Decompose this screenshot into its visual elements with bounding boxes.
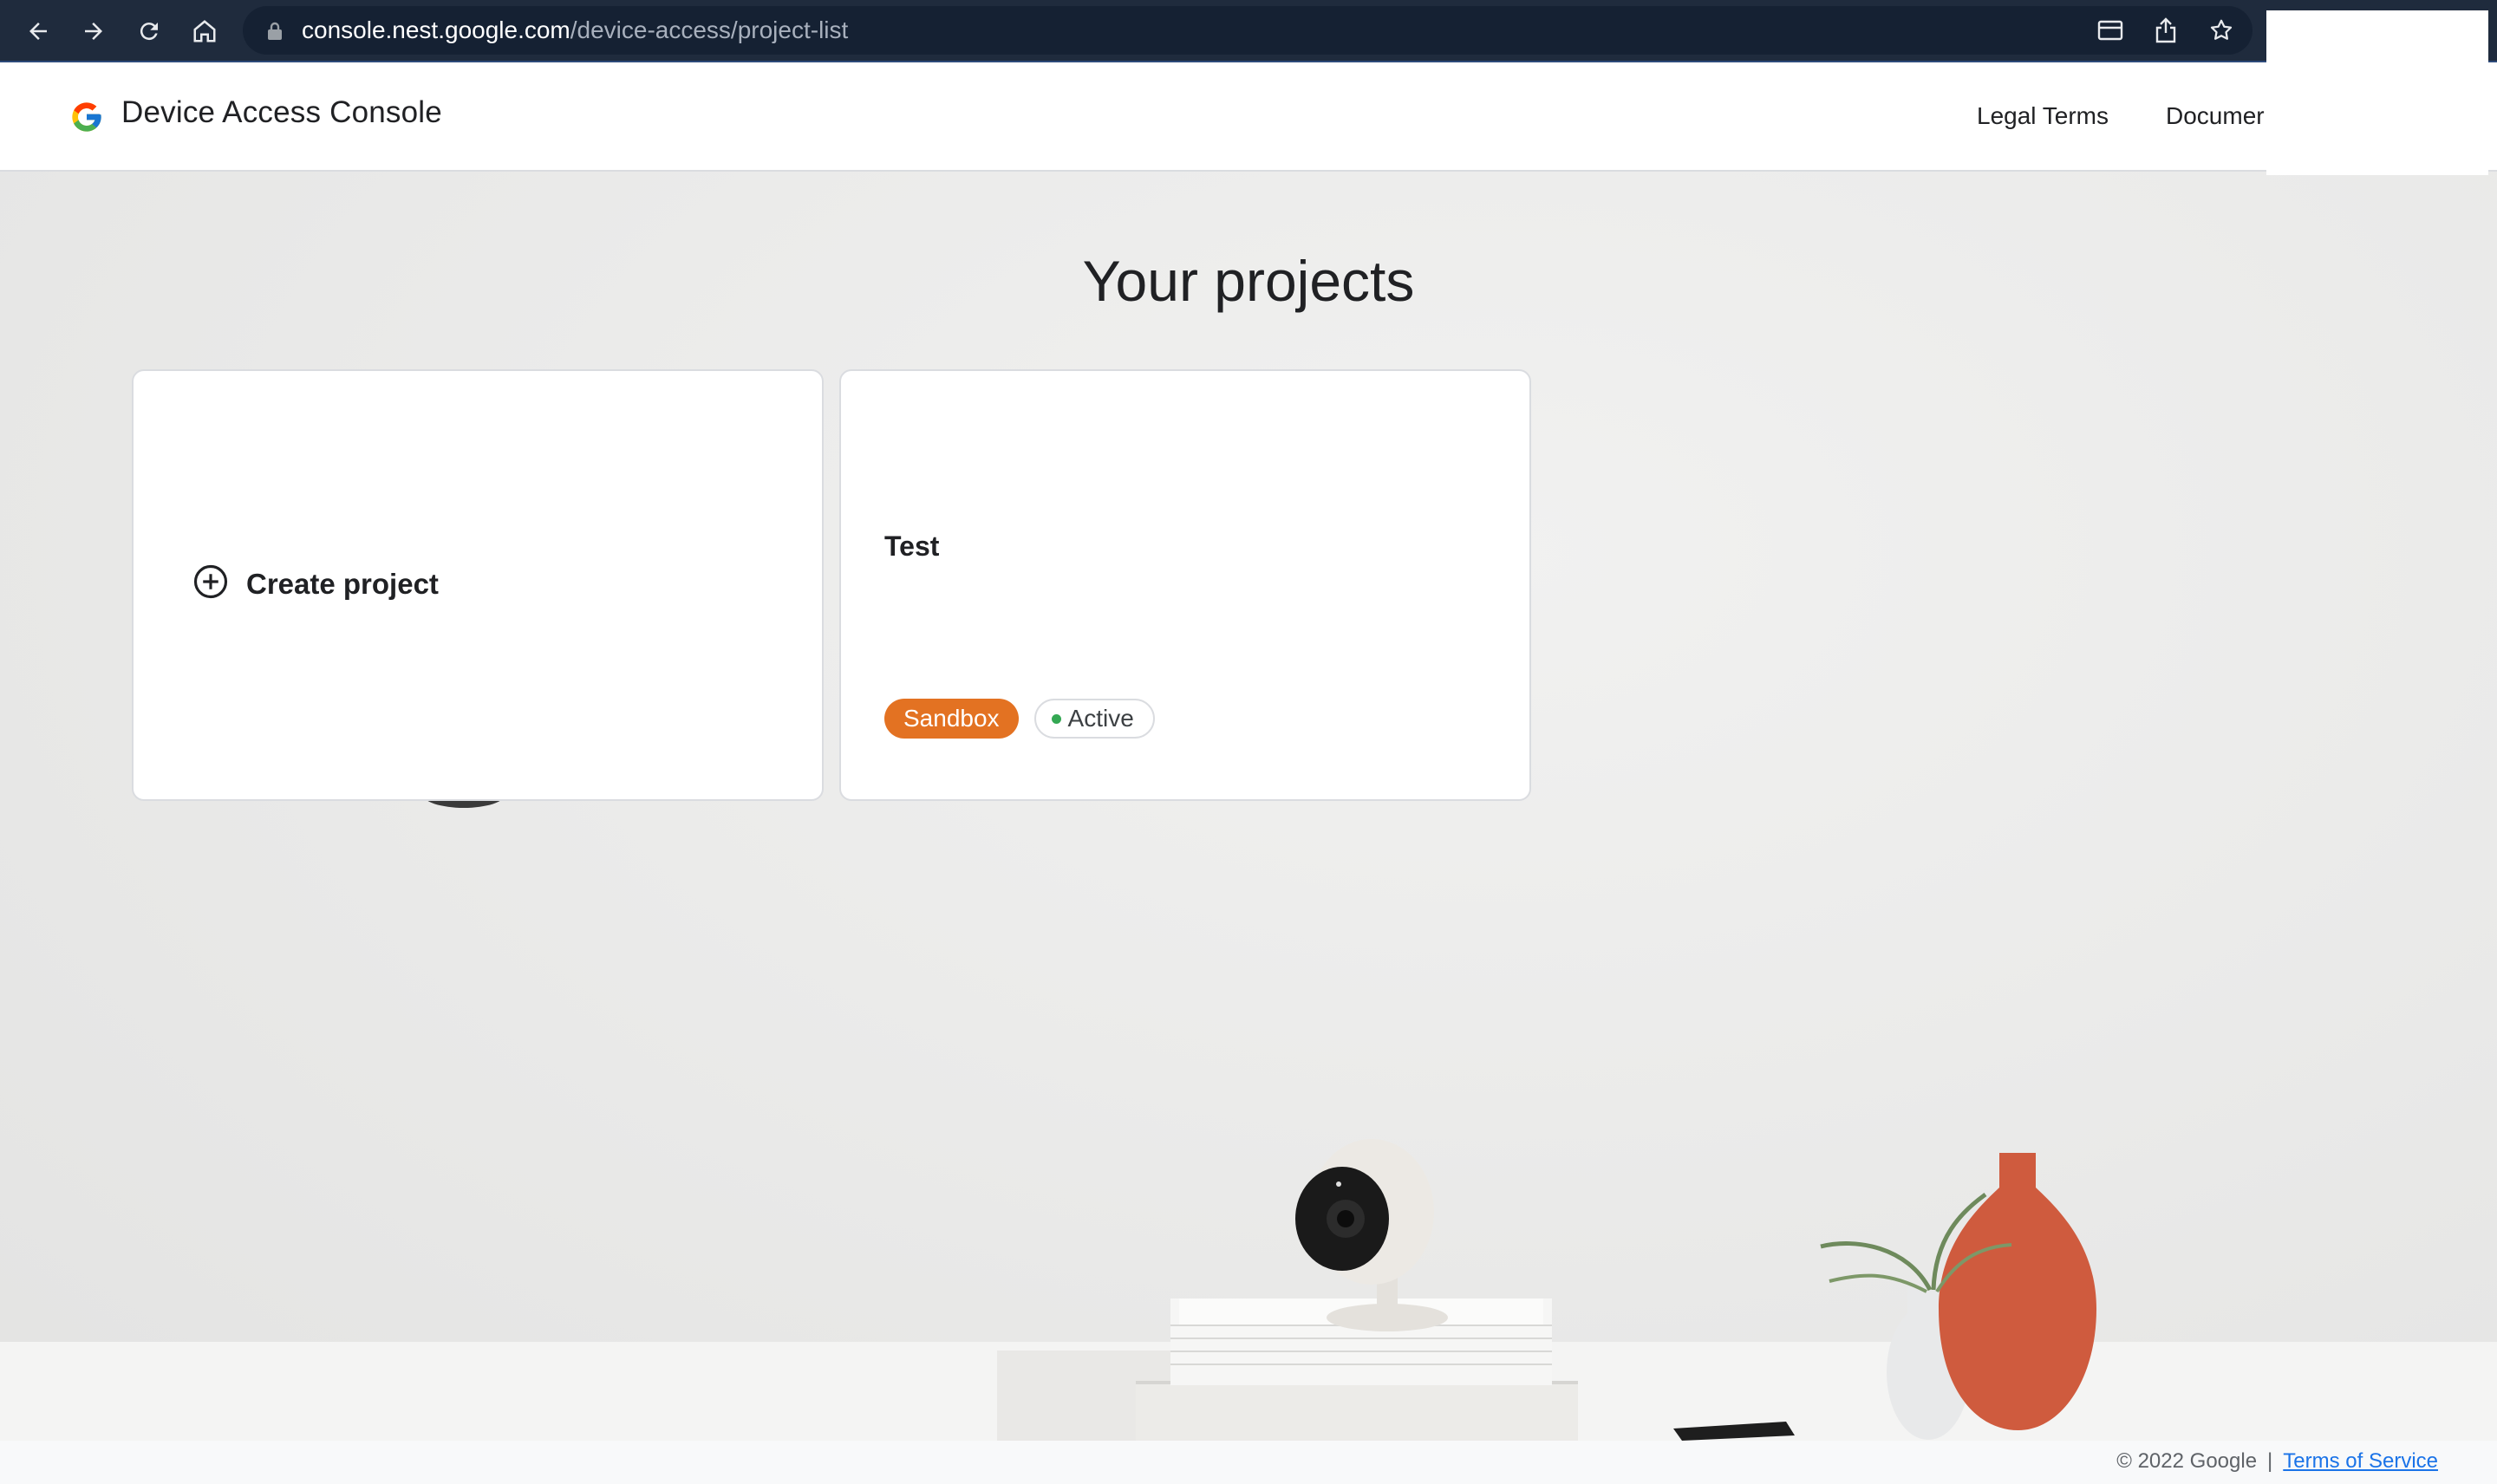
url-path: /device-access/project-list [570,16,849,43]
url-host: console.nest.google.com [302,16,570,43]
nav-documentation[interactable]: Documer [2166,102,2265,130]
app-title[interactable]: Device Access Console [121,95,442,130]
url-text[interactable]: console.nest.google.com/device-access/pr… [302,6,848,55]
create-project-card[interactable]: Create project [132,369,824,801]
project-chips: Sandbox Active [884,699,1155,739]
footer-separator: | [2267,1449,2273,1473]
reload-icon[interactable] [128,10,170,52]
background-illustration [0,780,2497,1441]
forward-icon[interactable] [73,10,114,52]
footer-text: © 2022 Google | Terms of Service [2116,1449,2438,1474]
footer: © 2022 Google | Terms of Service [0,1441,2497,1484]
status-dot-icon [1051,713,1061,724]
back-icon[interactable] [17,10,59,52]
status-label: Active [1067,705,1134,732]
create-project-label: Create project [246,567,439,600]
create-project-button[interactable]: Create project [192,563,439,604]
status-badge: Active [1033,699,1155,739]
lock-icon[interactable] [267,22,283,45]
page-title: Your projects [1082,249,1415,313]
address-bar[interactable]: console.nest.google.com/device-access/pr… [243,6,2253,55]
terms-of-service-link[interactable]: Terms of Service [2283,1449,2438,1473]
copyright-text: © 2022 Google [2116,1449,2258,1473]
share-icon[interactable] [2150,15,2181,46]
project-card[interactable]: Test Sandbox Active [839,369,1531,801]
redacted-area [2266,10,2488,175]
add-circle-icon [192,563,229,604]
background-photo [0,172,2497,1441]
environment-badge: Sandbox [884,699,1019,739]
project-name: Test [884,530,940,562]
browser-toolbar: console.nest.google.com/device-access/pr… [0,0,2497,62]
nav-legal-terms[interactable]: Legal Terms [1977,102,2109,130]
app-header: Device Access Console Legal Terms Docume… [0,62,2497,172]
google-logo-icon[interactable] [69,100,104,134]
reader-mode-icon[interactable] [2095,15,2126,46]
bookmark-star-icon[interactable] [2206,15,2237,46]
home-icon[interactable] [184,10,225,52]
